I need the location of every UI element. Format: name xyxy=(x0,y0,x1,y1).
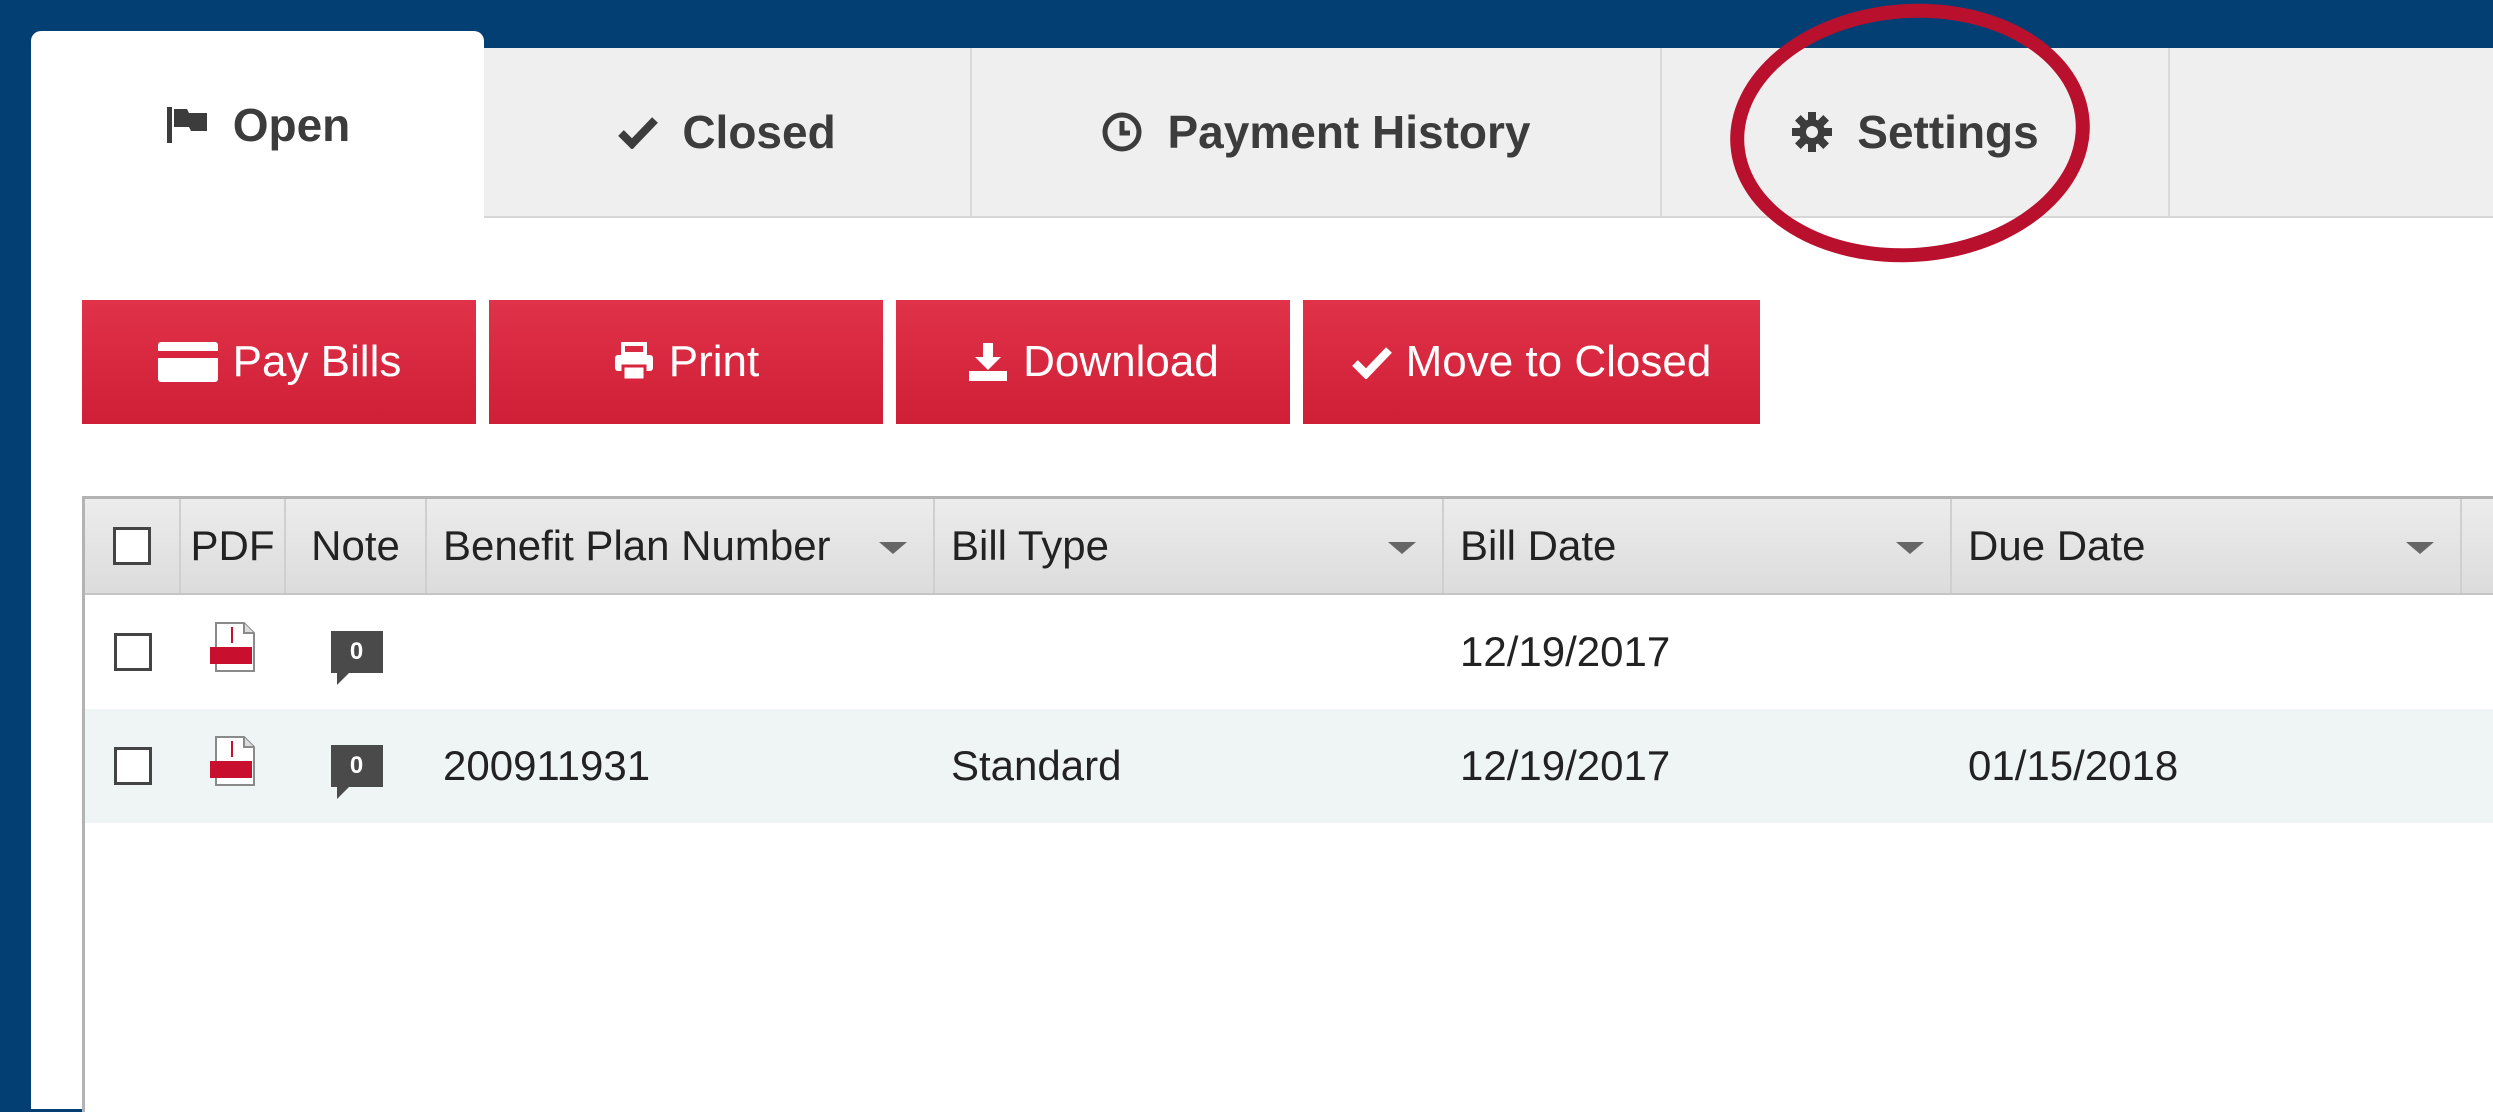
column-header-pdf: PDF xyxy=(181,499,286,593)
checkmark-icon xyxy=(1351,345,1392,379)
column-header-bill-date[interactable]: Bill Date xyxy=(1444,499,1952,593)
row-select-cell xyxy=(85,595,181,709)
checkmark-icon xyxy=(618,115,659,149)
tab-separator xyxy=(2168,48,2170,216)
note-count-badge[interactable]: 0 xyxy=(330,745,383,799)
pdf-cell xyxy=(181,709,286,823)
pdf-icon[interactable] xyxy=(208,735,260,797)
bill-date-cell: 12/19/2017 xyxy=(1460,742,1671,789)
table-row[interactable]: 0 200911931 Standard 12/19/2017 01/15/20… xyxy=(85,709,2493,823)
print-label: Print xyxy=(668,337,760,386)
column-header-bill-type[interactable]: Bill Type xyxy=(935,499,1444,593)
bill-date-cell: 12/19/2017 xyxy=(1460,628,1671,675)
sort-caret-icon[interactable] xyxy=(1388,542,1416,554)
select-all-cell xyxy=(85,499,181,593)
tab-closed[interactable]: Closed xyxy=(484,48,970,216)
row-checkbox[interactable] xyxy=(114,633,152,671)
note-cell: 0 xyxy=(286,709,427,823)
pdf-cell xyxy=(181,595,286,709)
tab-open[interactable]: Open xyxy=(31,31,484,218)
note-count: 0 xyxy=(349,752,364,779)
benefit-plan-number-cell xyxy=(443,595,933,709)
column-header-benefit-plan-number-label: Benefit Plan Number xyxy=(443,522,831,569)
gear-icon xyxy=(1791,111,1833,153)
bills-panel: Open Closed Payment History Settings Pay… xyxy=(31,31,2493,1112)
pay-bills-button[interactable]: Pay Bills xyxy=(82,300,476,424)
credit-card-icon xyxy=(157,341,219,383)
column-header-note: Note xyxy=(286,499,427,593)
column-header-due-date-label: Due Date xyxy=(1968,522,2146,569)
bill-type-cell xyxy=(951,595,1441,709)
sort-caret-icon[interactable] xyxy=(1896,542,1924,554)
row-checkbox[interactable] xyxy=(114,747,152,785)
printer-icon xyxy=(613,342,655,382)
tab-open-label: Open xyxy=(232,98,351,151)
pay-bills-label: Pay Bills xyxy=(232,337,402,386)
flag-icon xyxy=(165,105,209,145)
move-to-closed-button[interactable]: Move to Closed xyxy=(1303,300,1760,424)
note-cell: 0 xyxy=(286,595,427,709)
row-select-cell xyxy=(85,709,181,823)
due-date-cell: 01/15/2018 xyxy=(1968,742,2179,789)
column-header-due-date[interactable]: Due Date xyxy=(1952,499,2462,593)
bills-grid: PDF Note Benefit Plan Number Bill Type B… xyxy=(82,496,2493,1112)
bill-type-cell: Standard xyxy=(951,742,1122,789)
column-header-benefit-plan-number[interactable]: Benefit Plan Number xyxy=(427,499,935,593)
tab-payment-history[interactable]: Payment History xyxy=(972,48,1660,216)
tab-payment-history-label: Payment History xyxy=(1167,106,1531,158)
sort-caret-icon[interactable] xyxy=(2406,542,2434,554)
select-all-checkbox[interactable] xyxy=(113,527,151,565)
grid-header: PDF Note Benefit Plan Number Bill Type B… xyxy=(85,499,2493,595)
pdf-icon[interactable] xyxy=(208,621,260,683)
move-to-closed-label: Move to Closed xyxy=(1405,337,1712,386)
note-count-badge[interactable]: 0 xyxy=(330,631,383,685)
download-icon xyxy=(967,341,1009,383)
due-date-cell xyxy=(1968,595,2458,709)
tab-settings-label: Settings xyxy=(1857,106,2039,158)
print-button[interactable]: Print xyxy=(489,300,883,424)
sort-caret-icon[interactable] xyxy=(879,542,907,554)
tab-closed-label: Closed xyxy=(682,106,836,158)
clock-icon xyxy=(1101,111,1143,153)
column-header-pdf-label: PDF xyxy=(190,522,275,569)
column-header-bill-type-label: Bill Type xyxy=(951,522,1109,569)
tab-bar: Open Closed Payment History Settings xyxy=(31,31,2493,218)
download-label: Download xyxy=(1023,337,1219,386)
table-row[interactable]: 0 12/19/2017 xyxy=(85,595,2493,709)
download-button[interactable]: Download xyxy=(896,300,1290,424)
column-header-bill-date-label: Bill Date xyxy=(1460,522,1617,569)
note-count: 0 xyxy=(349,638,364,665)
benefit-plan-number-cell: 200911931 xyxy=(443,742,651,789)
tab-settings[interactable]: Settings xyxy=(1662,48,2168,216)
column-header-note-label: Note xyxy=(311,522,400,569)
